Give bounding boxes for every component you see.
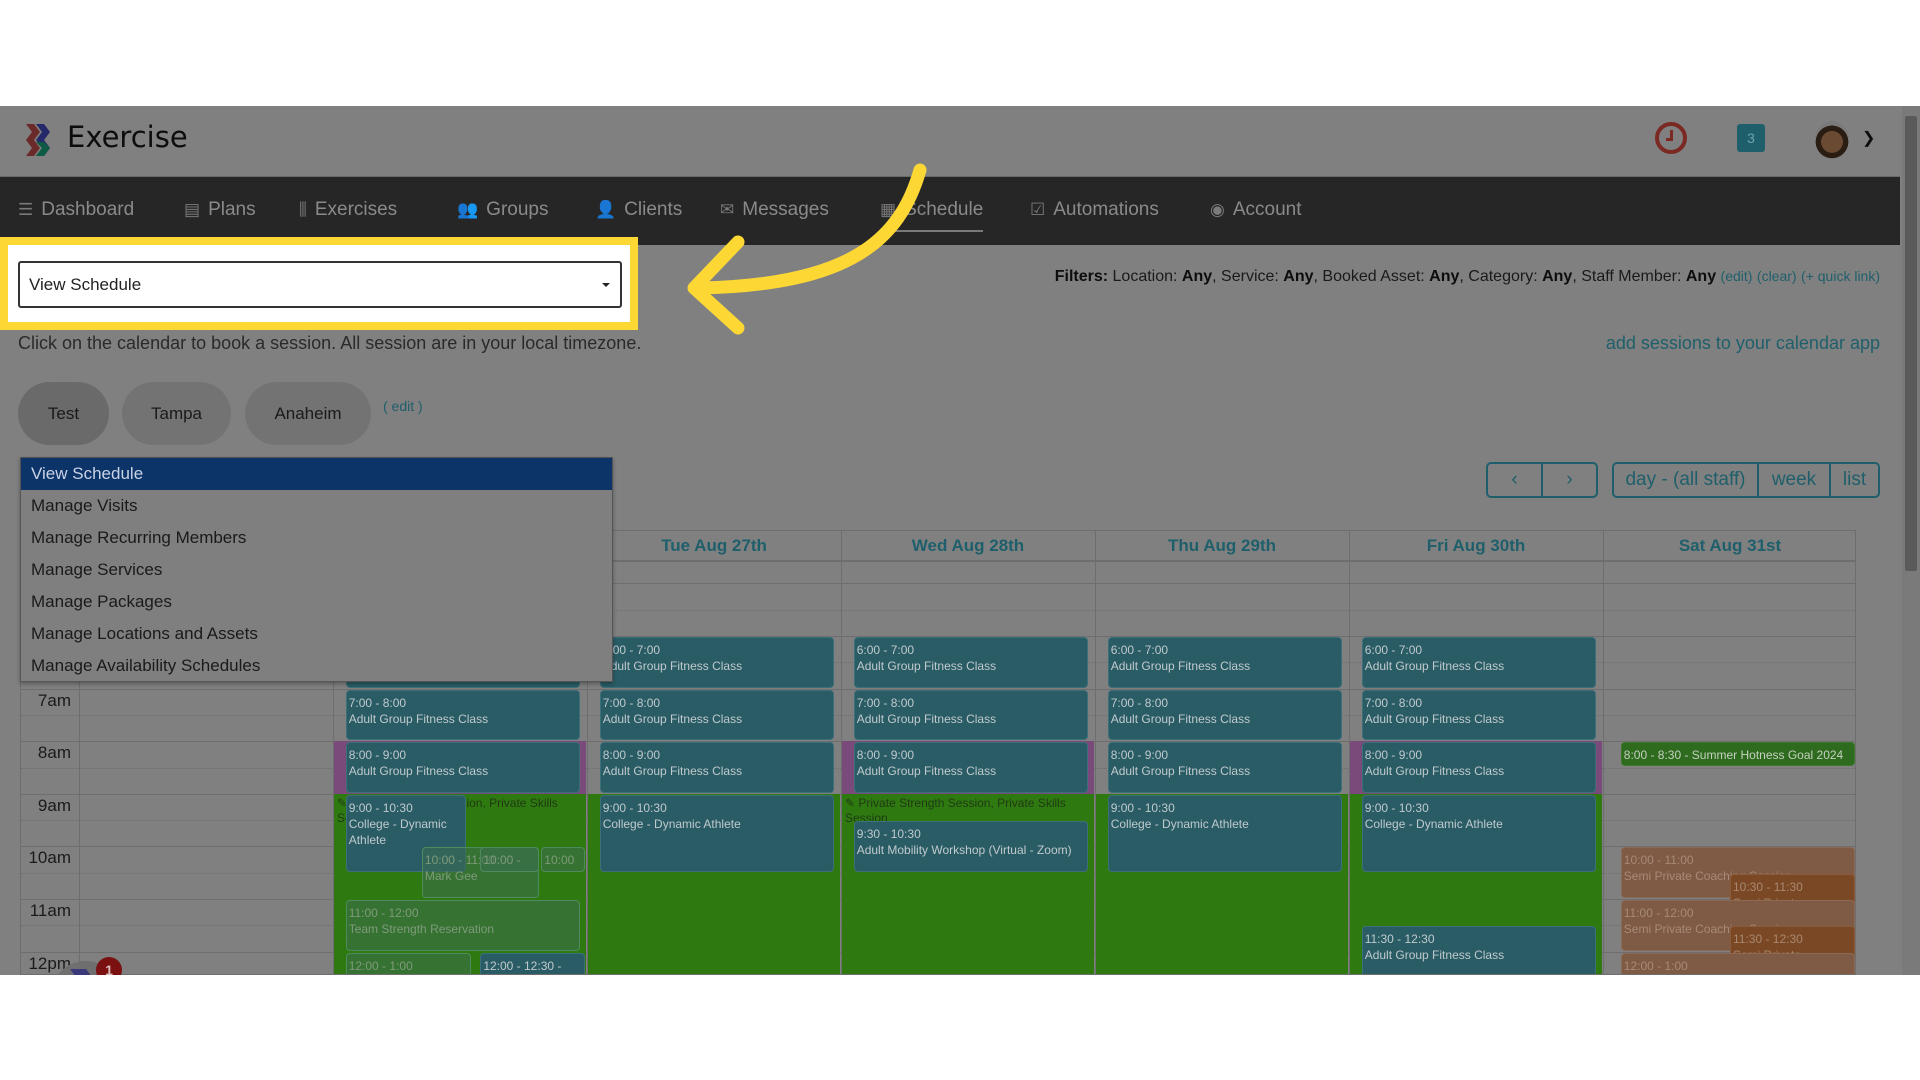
annotation-arrow-icon bbox=[687, 163, 927, 335]
